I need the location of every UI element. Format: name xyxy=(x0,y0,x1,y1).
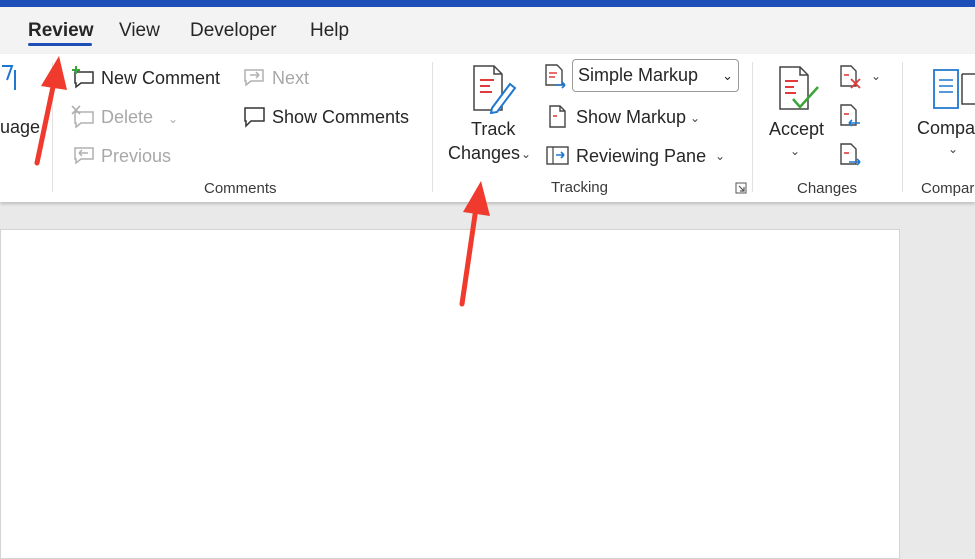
annotation-arrows xyxy=(34,56,490,307)
annotation-arrow-review-tab xyxy=(34,56,67,166)
annotation-arrow-track-changes xyxy=(459,181,490,307)
